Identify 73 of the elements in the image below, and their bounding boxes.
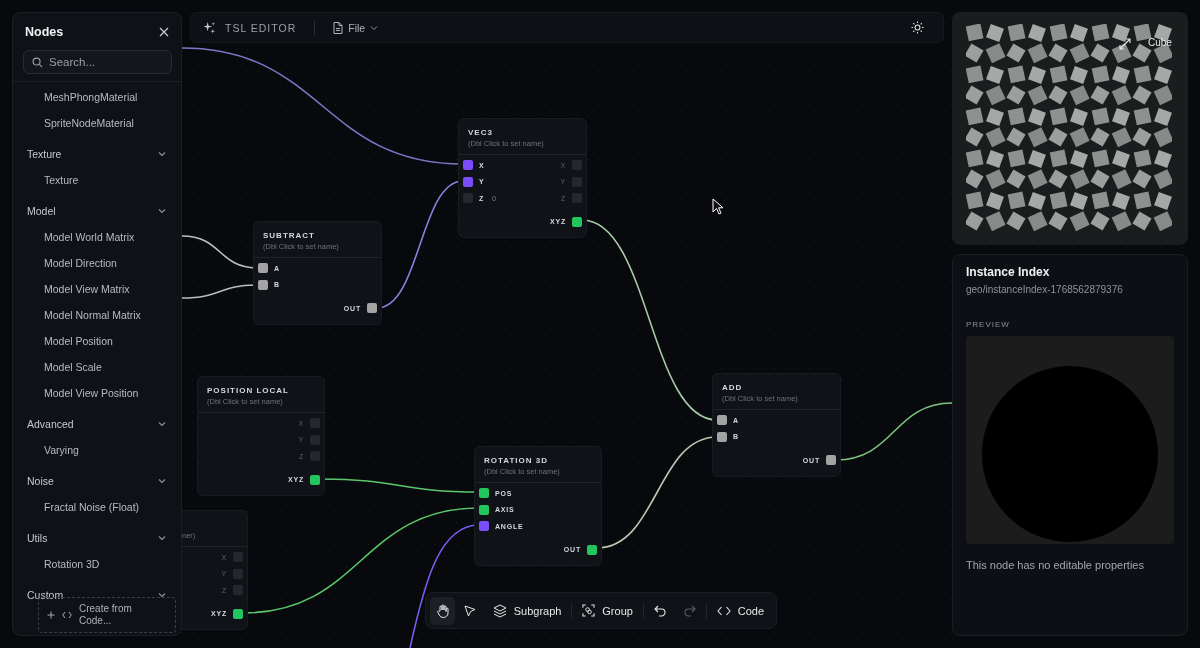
input-port[interactable] xyxy=(479,488,489,499)
output-port[interactable] xyxy=(310,474,320,485)
category-label: Model xyxy=(27,205,56,217)
category-label: Texture xyxy=(27,148,62,160)
input-port[interactable] xyxy=(463,160,473,171)
node-list-item[interactable]: Model Direction xyxy=(13,250,181,276)
output-port[interactable] xyxy=(367,303,377,314)
category-header[interactable]: Model xyxy=(13,198,181,224)
node-list-item[interactable]: Model Position xyxy=(13,328,181,354)
node-list-item[interactable]: Fractal Noise (Float) xyxy=(13,494,181,520)
node-name: Instance Index xyxy=(966,265,1051,279)
node-id: geo/instanceIndex-1768562879376 xyxy=(966,284,1124,295)
code-icon xyxy=(62,611,72,619)
input-port[interactable] xyxy=(463,176,473,187)
category-header[interactable]: Texture xyxy=(13,141,181,167)
input-port[interactable] xyxy=(479,521,489,532)
node-title: ROTATION 3D xyxy=(484,456,550,465)
node-list-item[interactable]: SpriteNodeMaterial xyxy=(13,110,181,136)
input-port[interactable] xyxy=(717,415,727,426)
sparkle-icon xyxy=(203,21,216,34)
hand-icon xyxy=(435,603,450,618)
cursor-icon xyxy=(712,198,724,215)
group-button[interactable]: Group xyxy=(574,596,641,625)
node-list-item[interactable]: Model View Position xyxy=(13,380,181,406)
node-list-item[interactable]: Model Scale xyxy=(13,354,181,380)
expand-icon[interactable] xyxy=(1119,38,1131,50)
category-label: Utils xyxy=(27,532,48,544)
hand-tool-button[interactable] xyxy=(430,596,456,625)
node-list-item[interactable]: Model Normal Matrix xyxy=(13,302,181,328)
node-title: POSITION LOCAL xyxy=(207,386,290,395)
node-list-item[interactable]: Texture xyxy=(13,167,181,193)
input-port[interactable] xyxy=(479,504,489,515)
output-port[interactable] xyxy=(233,608,243,619)
redo-icon xyxy=(683,604,696,617)
chevron-icon xyxy=(370,23,379,32)
input-port[interactable] xyxy=(258,279,268,290)
sun-icon[interactable] xyxy=(911,21,924,34)
search-icon xyxy=(32,57,43,68)
search-field[interactable]: Search... xyxy=(23,50,172,74)
node-list-item[interactable]: Rotation 3D xyxy=(13,551,181,577)
code-icon xyxy=(716,604,731,617)
output-port[interactable] xyxy=(572,216,582,227)
input-port[interactable] xyxy=(258,263,268,274)
node-list-item[interactable]: Model View Matrix xyxy=(13,276,181,302)
category-header[interactable]: Noise xyxy=(13,468,181,494)
group-icon xyxy=(582,604,596,617)
node-list-item[interactable]: MeshPhongMaterial xyxy=(13,84,181,110)
pointer-icon xyxy=(464,604,476,617)
plus-icon xyxy=(47,611,55,619)
code-button[interactable]: Code xyxy=(708,596,772,625)
subgraph-button[interactable]: Subgraph xyxy=(484,596,570,625)
app-title: TSL EDITOR xyxy=(225,21,297,34)
node-title: VEC3 xyxy=(468,128,494,137)
section-label: PREVIEW xyxy=(966,320,1011,329)
preview-label: Cube xyxy=(1148,37,1172,48)
category-header[interactable]: Advanced xyxy=(13,411,181,437)
undo-icon xyxy=(653,604,666,617)
node-list-item[interactable]: Varying xyxy=(13,437,181,463)
file-menu-button[interactable]: File xyxy=(329,19,383,36)
node-title: SUBTRACT xyxy=(263,231,316,240)
category-header[interactable]: Utils xyxy=(13,525,181,551)
output-port[interactable] xyxy=(826,455,836,466)
node-title: ADD xyxy=(722,383,744,392)
category-label: Noise xyxy=(27,475,54,487)
layers-icon xyxy=(492,603,507,618)
empty-properties-message: This node has no editable properties xyxy=(966,559,1145,571)
close-icon[interactable] xyxy=(159,27,169,37)
category-label: Advanced xyxy=(27,418,74,430)
document-icon xyxy=(333,21,344,34)
input-port[interactable] xyxy=(717,431,727,442)
output-port[interactable] xyxy=(587,544,597,555)
panel-title: Nodes xyxy=(25,25,64,39)
node-list-item[interactable]: Model World Matrix xyxy=(13,224,181,250)
